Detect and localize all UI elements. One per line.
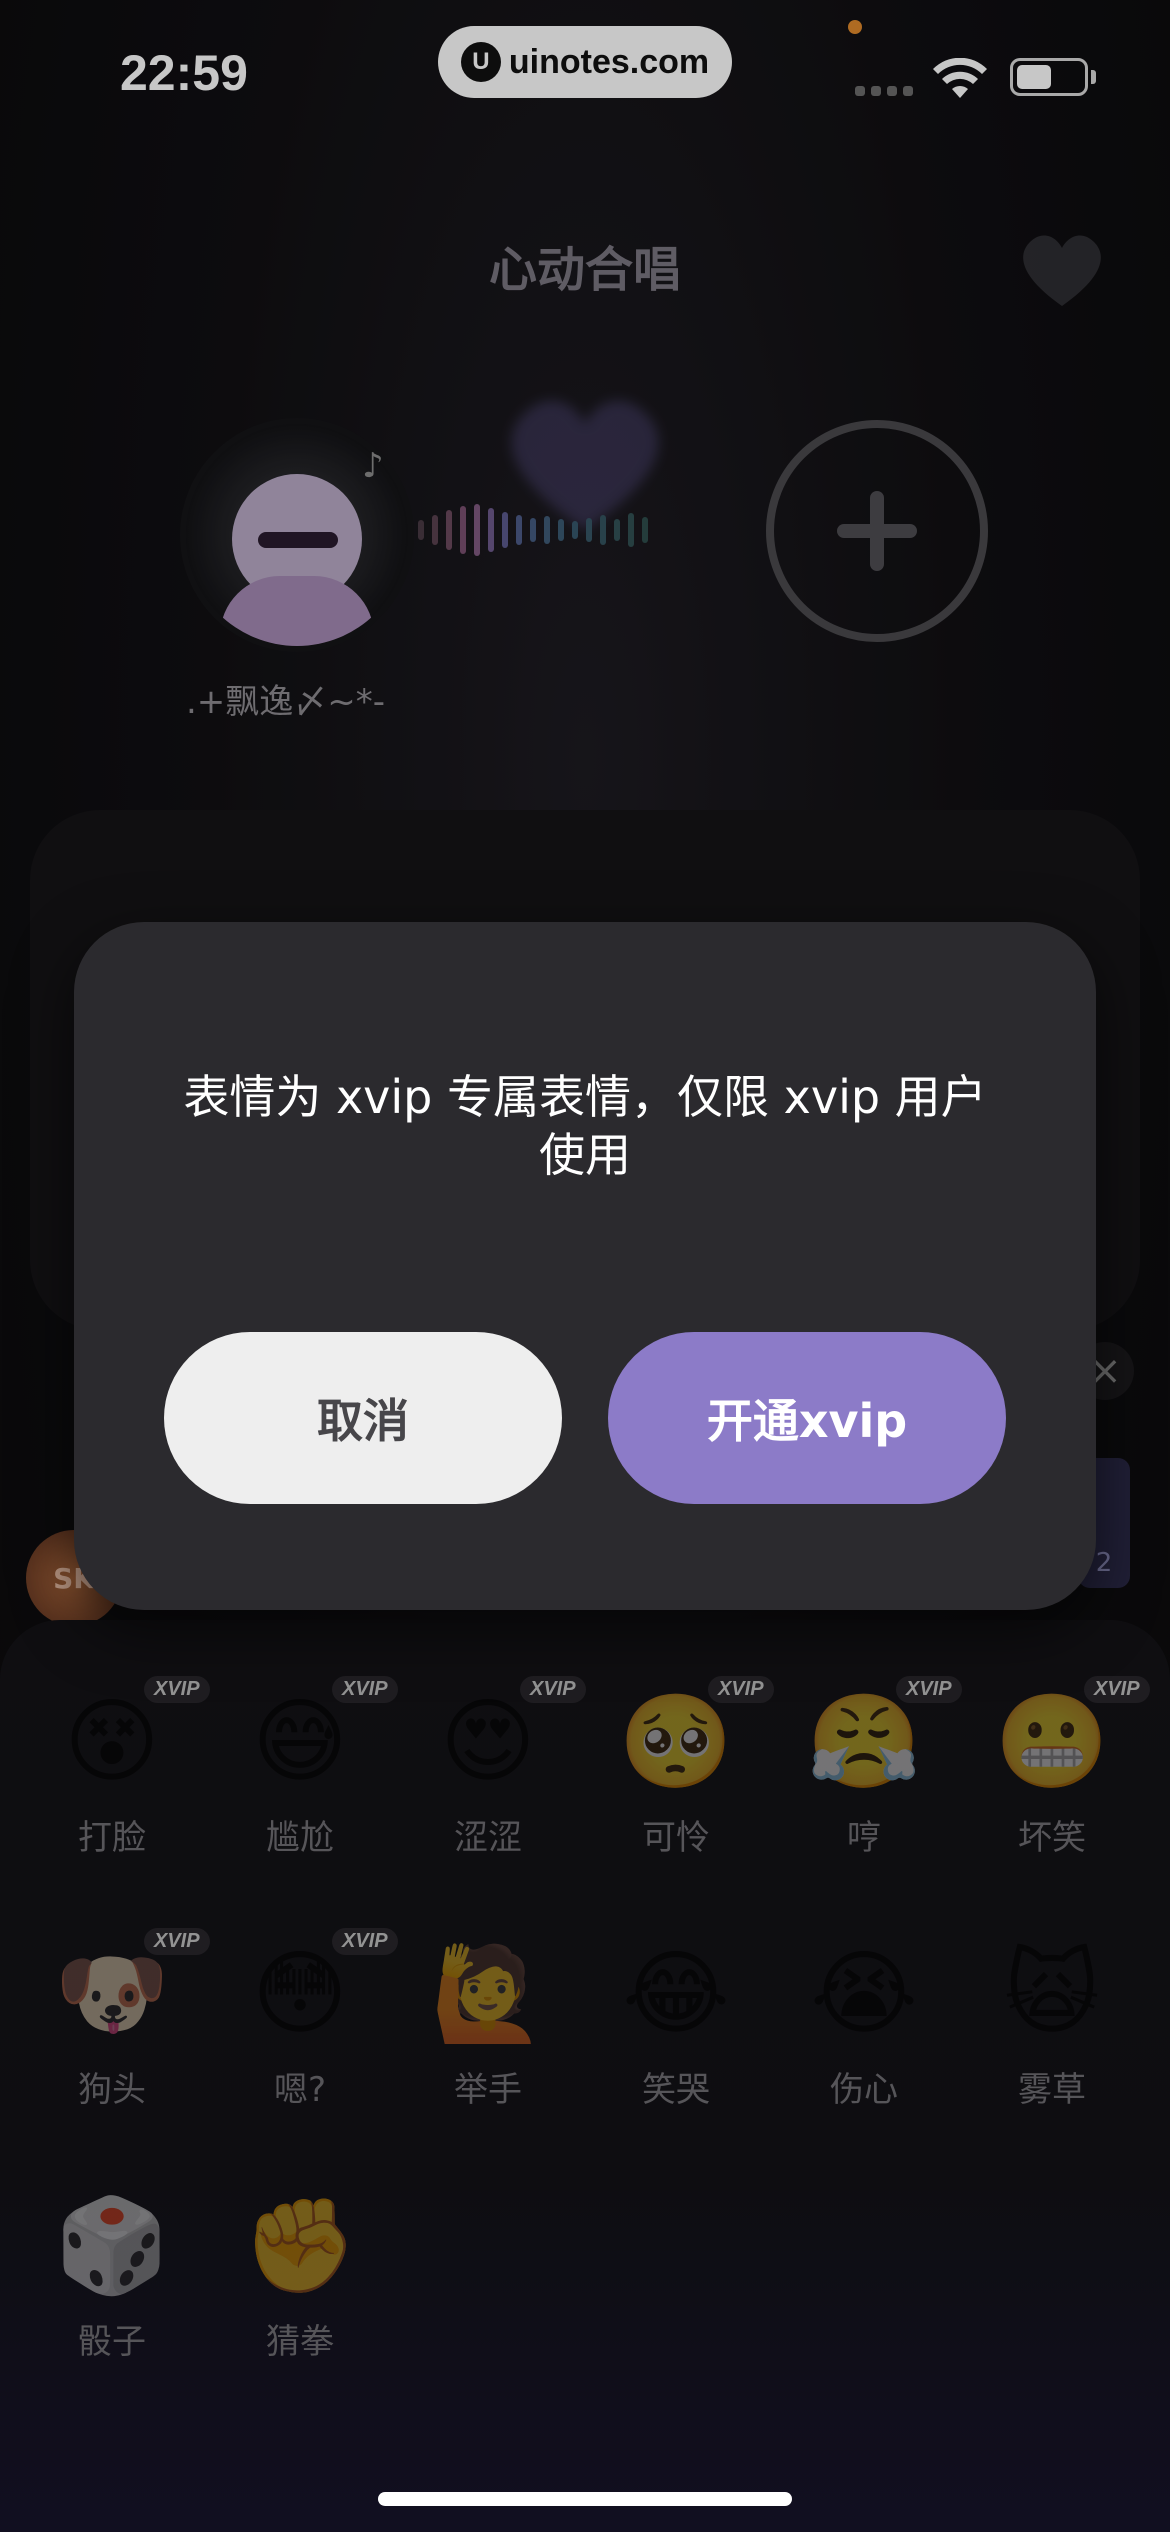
screen: 22:59 U uinotes.com 心动合唱 ♪ .+飘逸〆~*- × 2 … (0, 0, 1170, 2532)
open-xvip-button[interactable]: 开通xvip (608, 1332, 1006, 1504)
cancel-button[interactable]: 取消 (164, 1332, 562, 1504)
home-indicator[interactable] (378, 2492, 792, 2506)
dialog-message: 表情为 xvip 专属表情，仅限 xvip 用户使用 (183, 1070, 987, 1182)
xvip-dialog: 表情为 xvip 专属表情，仅限 xvip 用户使用 取消 开通xvip (74, 922, 1096, 1610)
